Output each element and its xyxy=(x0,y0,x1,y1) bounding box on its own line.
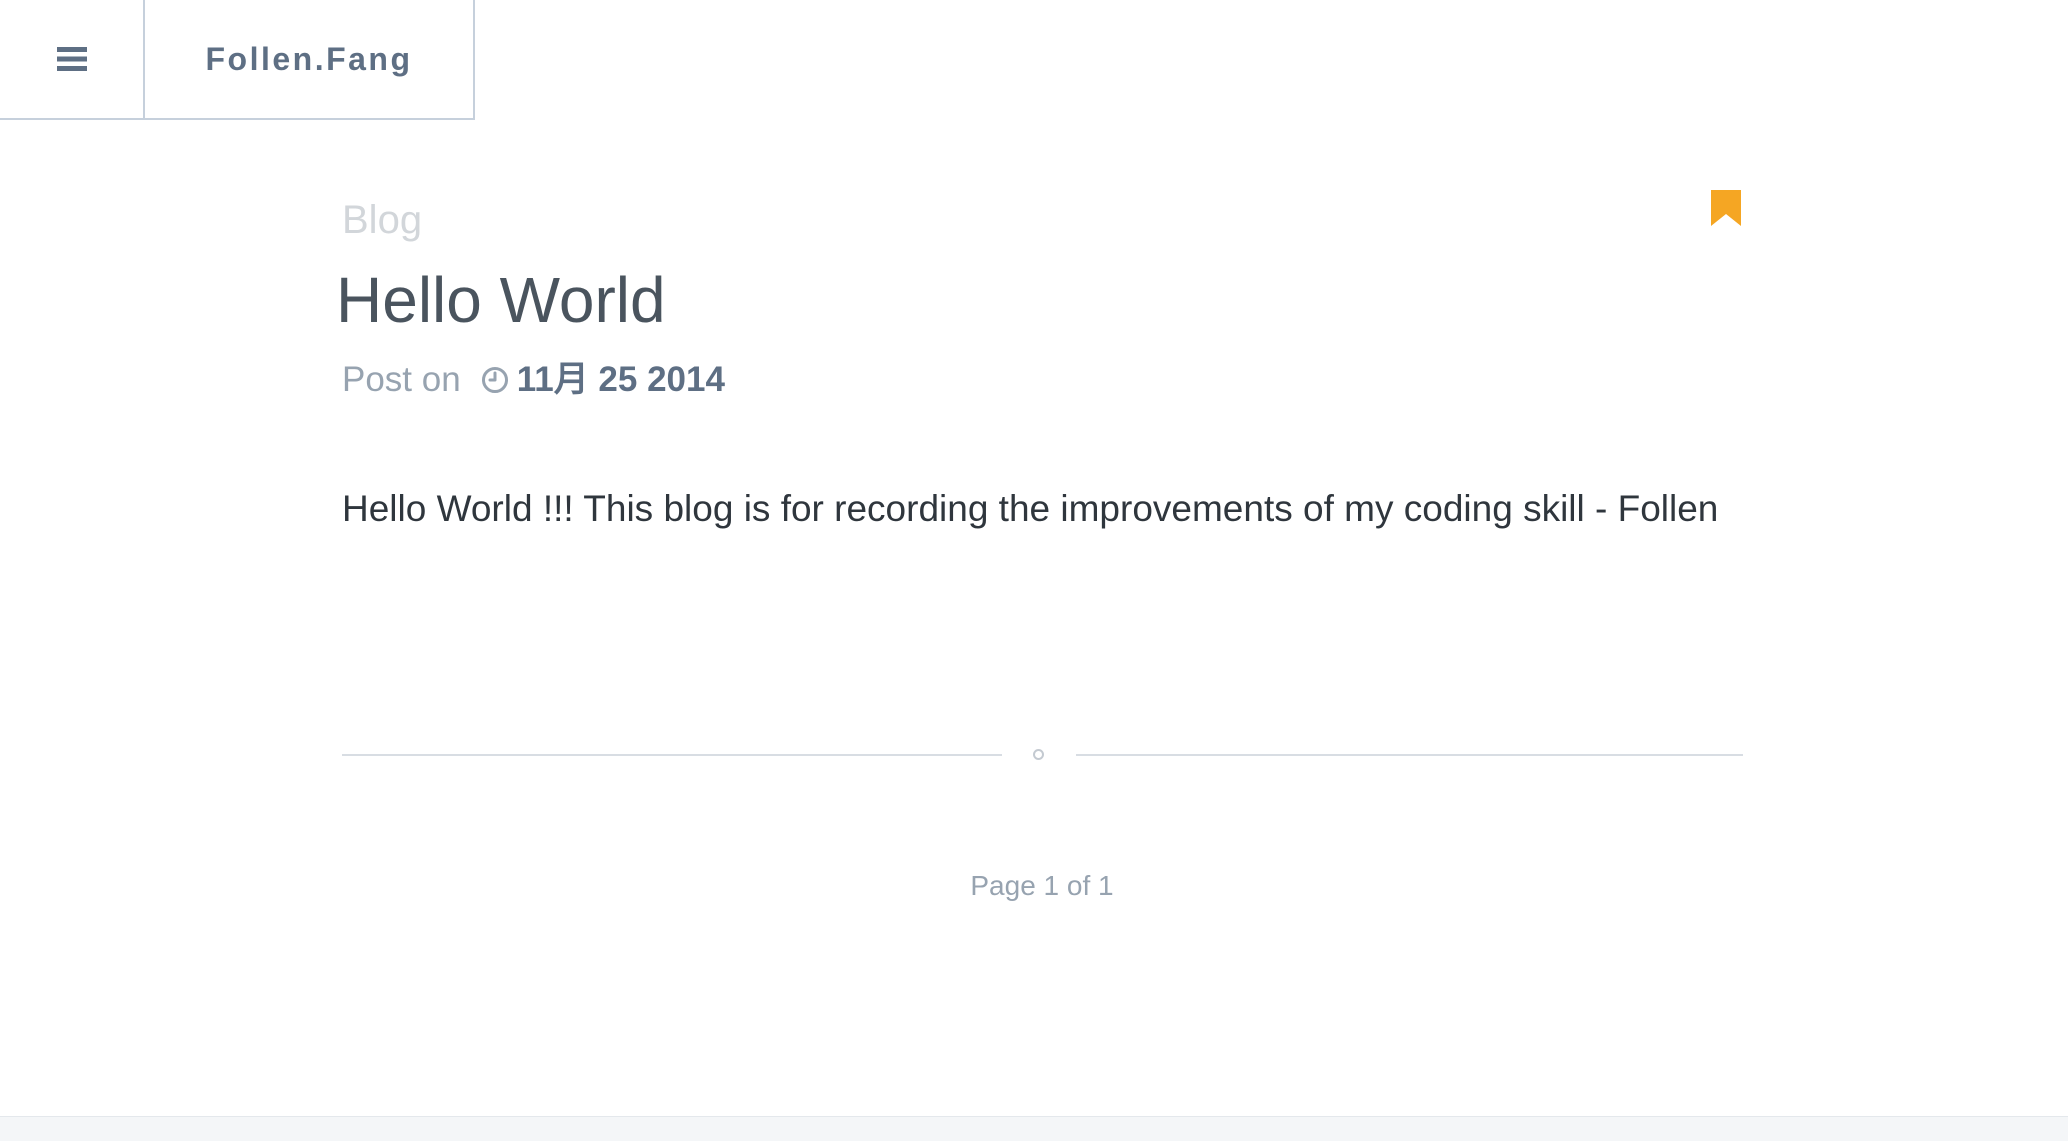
post-meta: Post on 11月 25 2014 xyxy=(342,362,1743,397)
site-title[interactable]: Follen.Fang xyxy=(145,0,473,118)
section-divider xyxy=(342,745,1743,765)
post-date: 11月 25 2014 xyxy=(516,360,725,399)
post-title: Hello World xyxy=(336,264,666,336)
divider-line-right xyxy=(1076,754,1743,756)
hamburger-menu-icon xyxy=(56,47,87,71)
post-category-link[interactable]: Blog xyxy=(342,200,1743,240)
clock-icon xyxy=(481,366,509,394)
top-bar: Follen.Fang xyxy=(0,0,475,120)
post-article: Blog Hello World Post on 11月 25 2014 Hel… xyxy=(336,190,1743,539)
footer-strip xyxy=(0,1116,2068,1141)
post-meta-label: Post on xyxy=(342,360,461,399)
pagination-text: Page 1 of 1 xyxy=(970,870,1114,901)
bookmark-icon[interactable] xyxy=(1711,190,1741,231)
post-content: Hello World !!! This blog is for recordi… xyxy=(342,488,1719,529)
divider-line-left xyxy=(342,754,1002,756)
divider-circle-icon xyxy=(1033,749,1044,760)
menu-button[interactable] xyxy=(0,0,145,118)
